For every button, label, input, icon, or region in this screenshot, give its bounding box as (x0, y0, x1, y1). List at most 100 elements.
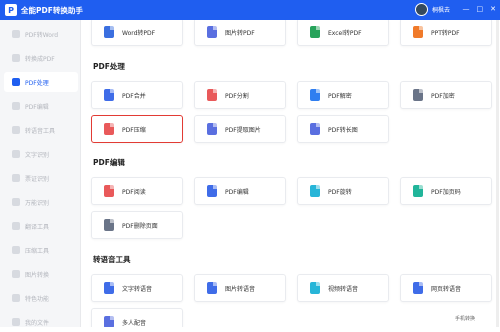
mobile-convert-link[interactable]: 手机转换 (455, 315, 475, 322)
tool-label: PDF加页码 (431, 188, 461, 196)
sidebar-item-convert-to-pdf[interactable]: 转换成PDF (0, 48, 80, 68)
tool-pdf-add-page-number[interactable]: PDF加页码 (400, 177, 492, 205)
voice-icon (104, 316, 114, 327)
sidebar-item-label: PDF转Word (25, 31, 59, 39)
sidebar: PDF转Word 转换成PDF PDF处理 PDF编辑 转语音工具 文字识别 票… (0, 20, 81, 327)
tool-pdf-read[interactable]: PDF阅读 (91, 177, 183, 205)
compress-icon (12, 246, 20, 254)
tool-label: PDF分割 (225, 92, 249, 100)
tool-pdf-split[interactable]: PDF分割 (194, 81, 286, 109)
folder-icon (12, 318, 20, 326)
tool-label: PPT转PDF (431, 29, 460, 37)
tool-pdf-decrypt[interactable]: PDF解密 (297, 81, 389, 109)
delete-page-icon (104, 219, 114, 231)
sidebar-item-pdf-to-word[interactable]: PDF转Word (0, 24, 80, 44)
edit-icon (207, 185, 217, 197)
merge-icon (104, 89, 114, 101)
tool-text-to-speech[interactable]: 文字转语音 (91, 274, 183, 302)
rotate-icon (310, 185, 320, 197)
unlock-icon (310, 89, 320, 101)
sidebar-item-label: 特色功能 (25, 295, 50, 303)
tool-label: PDF压缩 (122, 126, 146, 134)
tool-multi-voice-dubbing[interactable]: 多人配音 (91, 308, 183, 327)
sidebar-item-label: 压缩工具 (25, 247, 50, 255)
tool-label: PDF加密 (431, 92, 455, 100)
maximize-button[interactable]: □ (477, 5, 484, 14)
sidebar-item-ocr[interactable]: 文字识别 (0, 144, 80, 164)
tool-pdf-compress[interactable]: PDF压缩 (91, 115, 183, 143)
sidebar-item-label: PDF处理 (25, 79, 49, 87)
sidebar-item-label: 票证识别 (25, 175, 50, 183)
app-title: 全能PDF转换助手 (21, 5, 83, 15)
tool-label: 视频转语音 (328, 285, 359, 293)
scrollbar[interactable] (496, 20, 499, 327)
tool-excel-to-pdf[interactable]: Excel转PDF (297, 20, 389, 46)
sidebar-item-ticket[interactable]: 票证识别 (0, 168, 80, 188)
section-title: PDF编辑 (93, 158, 125, 167)
user-area[interactable]: 桐枫去 (414, 3, 450, 16)
tool-label: PDF合并 (122, 92, 146, 100)
image-icon (207, 123, 217, 135)
section-title: 转语音工具 (93, 255, 131, 264)
tool-pdf-edit[interactable]: PDF编辑 (194, 177, 286, 205)
sidebar-item-label: 我的文件 (25, 319, 50, 327)
sidebar-item-features[interactable]: 特色功能 (0, 288, 80, 308)
sidebar-item-universal-scan[interactable]: 万能识别 (0, 192, 80, 212)
sidebar-item-pdf-processing[interactable]: PDF处理 (4, 72, 78, 92)
tool-pdf-merge[interactable]: PDF合并 (91, 81, 183, 109)
tool-pdf-encrypt[interactable]: PDF加密 (400, 81, 492, 109)
tool-label: PDF删除页面 (122, 222, 158, 230)
sidebar-item-image-convert[interactable]: 图片转换 (0, 264, 80, 284)
sidebar-item-label: 文字识别 (25, 151, 50, 159)
tool-pdf-extract-images[interactable]: PDF提取图片 (194, 115, 286, 143)
tool-label: PDF解密 (328, 92, 352, 100)
word-icon (104, 26, 114, 38)
scan-icon (12, 198, 20, 206)
tool-image-to-speech[interactable]: 图片转语音 (194, 274, 286, 302)
tool-web-to-speech[interactable]: 网页转语音 (400, 274, 492, 302)
tool-label: PDF编辑 (225, 188, 249, 196)
compress-icon (104, 123, 114, 135)
tool-pdf-to-long-image[interactable]: PDF转长图 (297, 115, 389, 143)
tool-image-to-pdf[interactable]: 图片转PDF (194, 20, 286, 46)
tool-pdf-rotate[interactable]: PDF旋转 (297, 177, 389, 205)
tool-video-to-speech[interactable]: 视频转语音 (297, 274, 389, 302)
sidebar-item-compress[interactable]: 压缩工具 (0, 240, 80, 260)
tool-pdf-delete-pages[interactable]: PDF删除页面 (91, 211, 183, 239)
sidebar-item-label: 万能识别 (25, 199, 50, 207)
ppt-icon (413, 26, 423, 38)
avatar[interactable] (414, 3, 428, 16)
sidebar-item-audio-tools[interactable]: 转语音工具 (0, 120, 80, 140)
text-icon (104, 282, 114, 294)
feature-icon (12, 294, 20, 302)
image-icon (12, 270, 20, 278)
tool-word-to-pdf[interactable]: Word转PDF (91, 20, 183, 46)
title-bar: P 全能PDF转换助手 桐枫去 — □ ✕ (0, 0, 500, 20)
app-logo: P (5, 4, 17, 16)
username: 桐枫去 (431, 7, 450, 14)
tool-label: PDF阅读 (122, 188, 146, 196)
close-button[interactable]: ✕ (490, 5, 496, 14)
ticket-icon (12, 174, 20, 182)
minimize-button[interactable]: — (463, 5, 470, 14)
tool-label: 网页转语音 (431, 285, 462, 293)
tool-ppt-to-pdf[interactable]: PPT转PDF (400, 20, 492, 46)
lock-icon (413, 89, 423, 101)
sidebar-item-label: 翻译工具 (25, 223, 50, 231)
sidebar-item-label: 转换成PDF (25, 55, 55, 63)
tool-label: 文字转语音 (122, 285, 153, 293)
sidebar-item-my-files[interactable]: 我的文件 (0, 312, 80, 332)
tool-label: 图片转PDF (225, 29, 255, 37)
tool-label: Word转PDF (122, 29, 156, 37)
sidebar-item-label: 图片转换 (25, 271, 50, 279)
tool-label: 图片转语音 (225, 285, 256, 293)
main-content: Word转PDF 图片转PDF Excel转PDF PPT转PDF PDF处理 … (81, 20, 500, 327)
image-icon (207, 282, 217, 294)
sidebar-item-translate[interactable]: 翻译工具 (0, 216, 80, 236)
section-title: PDF处理 (93, 62, 125, 71)
edit-icon (12, 102, 20, 110)
sidebar-item-pdf-edit[interactable]: PDF编辑 (0, 96, 80, 116)
page-number-icon (413, 185, 423, 197)
read-icon (104, 185, 114, 197)
image-icon (207, 26, 217, 38)
